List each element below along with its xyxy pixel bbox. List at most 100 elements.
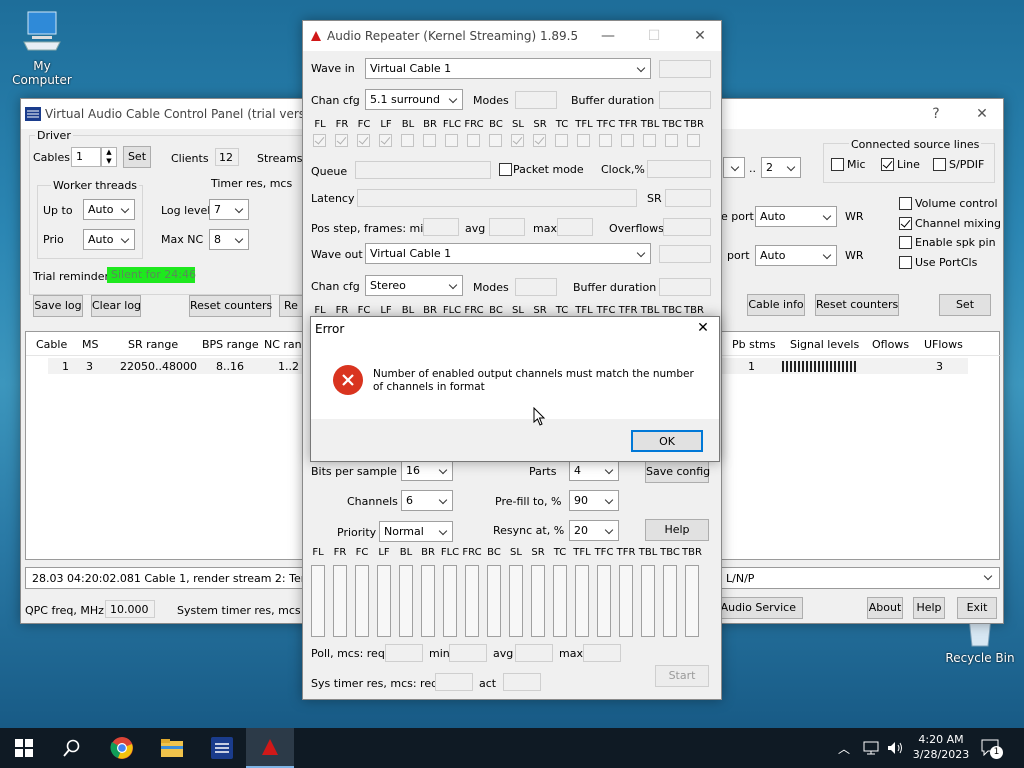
max-nc-select[interactable]: 8 — [209, 229, 249, 250]
input-channel-checkbox-tc[interactable] — [555, 134, 568, 147]
start-button[interactable]: Start — [655, 665, 709, 687]
clear-log-button[interactable]: Clear log — [91, 295, 141, 317]
start-button-taskbar[interactable] — [0, 728, 48, 768]
channel-label-lf: LF — [378, 547, 390, 558]
log-level-select[interactable]: 7 — [209, 199, 249, 220]
volume-icon[interactable] — [886, 740, 904, 756]
input-channel-checkbox-tfc[interactable] — [599, 134, 612, 147]
line-checkbox[interactable] — [881, 158, 894, 171]
input-channel-checkbox-bc[interactable] — [489, 134, 502, 147]
ar-minimize-button[interactable]: — — [585, 21, 631, 51]
range-to-select[interactable]: 2 — [761, 157, 801, 178]
priority-select[interactable]: Normal — [379, 521, 453, 542]
set-right-button[interactable]: Set — [939, 294, 991, 316]
input-channel-checkbox-tfr[interactable] — [621, 134, 634, 147]
chan-cfg-in-select[interactable]: 5.1 surround — [365, 89, 463, 110]
show-hidden-icons-chevron-up-icon[interactable]: ︿ — [838, 740, 850, 757]
input-channel-checkbox-br[interactable] — [423, 134, 436, 147]
chan-cfg-out-label: Chan cfg — [311, 280, 360, 293]
col-bps-range[interactable]: BPS range — [202, 338, 259, 351]
input-channel-checkbox-sr[interactable] — [533, 134, 546, 147]
network-icon[interactable] — [862, 740, 880, 756]
reset-counters-button[interactable]: Reset counters — [189, 295, 272, 317]
col-sr-range[interactable]: SR range — [128, 338, 178, 351]
packet-mode-checkbox[interactable] — [499, 163, 512, 176]
pos-step-max-label: max — [533, 222, 557, 235]
re-button[interactable]: Re — [279, 295, 303, 317]
channel-label-tbr: TBR — [684, 305, 704, 316]
col-pb-stms[interactable]: Pb stms — [732, 338, 776, 351]
input-channel-checkbox-lf[interactable] — [379, 134, 392, 147]
channel-label-bc: BC — [487, 547, 501, 558]
capture-port-select[interactable]: Auto — [755, 206, 837, 227]
my-computer-desktop-icon[interactable]: My Computer — [2, 10, 82, 87]
cables-set-button[interactable]: Set — [123, 146, 151, 168]
input-channel-checkbox-frc[interactable] — [467, 134, 480, 147]
save-config-button[interactable]: Save config — [645, 461, 710, 483]
qpc-freq-label: QPC freq, MHz — [25, 604, 104, 617]
volume-control-checkbox[interactable] — [899, 197, 912, 210]
about-button[interactable]: About — [867, 597, 903, 619]
col-ms[interactable]: MS — [82, 338, 98, 351]
resync-select[interactable]: 20 — [569, 520, 619, 541]
input-channel-checkbox-sl[interactable] — [511, 134, 524, 147]
input-channel-checkbox-tbr[interactable] — [687, 134, 700, 147]
restart-audio-service-button[interactable]: t Audio Service — [711, 597, 803, 619]
ok-button[interactable]: OK — [631, 430, 703, 452]
help-button[interactable]: Help — [913, 597, 945, 619]
input-channel-checkbox-fc[interactable] — [357, 134, 370, 147]
file-explorer-taskbar-button[interactable] — [148, 728, 196, 768]
channel-mixing-checkbox[interactable] — [899, 217, 912, 230]
save-log-button[interactable]: Save log — [33, 295, 83, 317]
channels-select[interactable]: 6 — [401, 490, 453, 511]
bits-per-sample-select[interactable]: 16 — [401, 460, 453, 481]
enable-spk-pin-checkbox[interactable] — [899, 236, 912, 249]
chan-cfg-out-select[interactable]: Stereo — [365, 275, 463, 296]
render-port-select[interactable]: Auto — [755, 245, 837, 266]
chrome-taskbar-button[interactable] — [98, 728, 146, 768]
vac-help-titlebar-button[interactable]: ? — [913, 99, 959, 129]
prefill-select[interactable]: 90 — [569, 490, 619, 511]
wave-out-select[interactable]: Virtual Cable 1 — [365, 243, 651, 264]
col-signal-levels[interactable]: Signal levels — [790, 338, 859, 351]
input-channel-checkbox-tbl[interactable] — [643, 134, 656, 147]
input-channel-checkbox-fl[interactable] — [313, 134, 326, 147]
channel-label-sr: SR — [531, 547, 545, 558]
clock[interactable]: 4:20 AM 3/28/2023 — [910, 732, 972, 762]
action-center-button[interactable]: 1 — [980, 738, 1006, 760]
input-channel-checkbox-tfl[interactable] — [577, 134, 590, 147]
cell-ms: 3 — [86, 360, 93, 373]
vac-control-panel-taskbar-button[interactable] — [198, 728, 246, 768]
vac-close-button[interactable]: ✕ — [959, 99, 1005, 129]
reset-counters-right-button[interactable]: Reset counters — [815, 294, 899, 316]
search-taskbar-button[interactable] — [48, 728, 96, 768]
ar-maximize-button[interactable]: ☐ — [631, 21, 677, 51]
level-meter-bl — [399, 565, 413, 637]
up-to-select[interactable]: Auto — [83, 199, 135, 220]
ar-close-button[interactable]: ✕ — [677, 21, 723, 51]
exit-button[interactable]: Exit — [957, 597, 997, 619]
cable-info-button[interactable]: Cable info — [747, 294, 805, 316]
input-channel-checkbox-tbc[interactable] — [665, 134, 678, 147]
input-channel-checkbox-fr[interactable] — [335, 134, 348, 147]
wave-in-select[interactable]: Virtual Cable 1 — [365, 58, 651, 79]
col-uflows[interactable]: UFlows — [924, 338, 963, 351]
parts-select[interactable]: 4 — [569, 460, 619, 481]
input-channel-checkbox-bl[interactable] — [401, 134, 414, 147]
spdif-checkbox[interactable] — [933, 158, 946, 171]
ar-titlebar[interactable]: Audio Repeater (Kernel Streaming) 1.89.5… — [303, 21, 721, 51]
cables-spinner[interactable]: ▲ ▼ — [101, 147, 117, 167]
range-from-select[interactable] — [723, 157, 745, 178]
prio-select[interactable]: Auto — [83, 229, 135, 250]
modes-out-value — [515, 278, 557, 296]
audio-repeater-taskbar-button[interactable] — [246, 728, 294, 768]
ar-help-button[interactable]: Help — [645, 519, 709, 541]
error-close-button[interactable]: ✕ — [687, 317, 719, 341]
buffer-duration-in-label: Buffer duration — [571, 94, 655, 107]
mic-checkbox[interactable] — [831, 158, 844, 171]
col-oflows[interactable]: Oflows — [872, 338, 909, 351]
use-portcls-checkbox[interactable] — [899, 256, 912, 269]
col-cable[interactable]: Cable — [36, 338, 67, 351]
input-channel-checkbox-flc[interactable] — [445, 134, 458, 147]
cables-input[interactable]: 1 — [71, 147, 101, 167]
